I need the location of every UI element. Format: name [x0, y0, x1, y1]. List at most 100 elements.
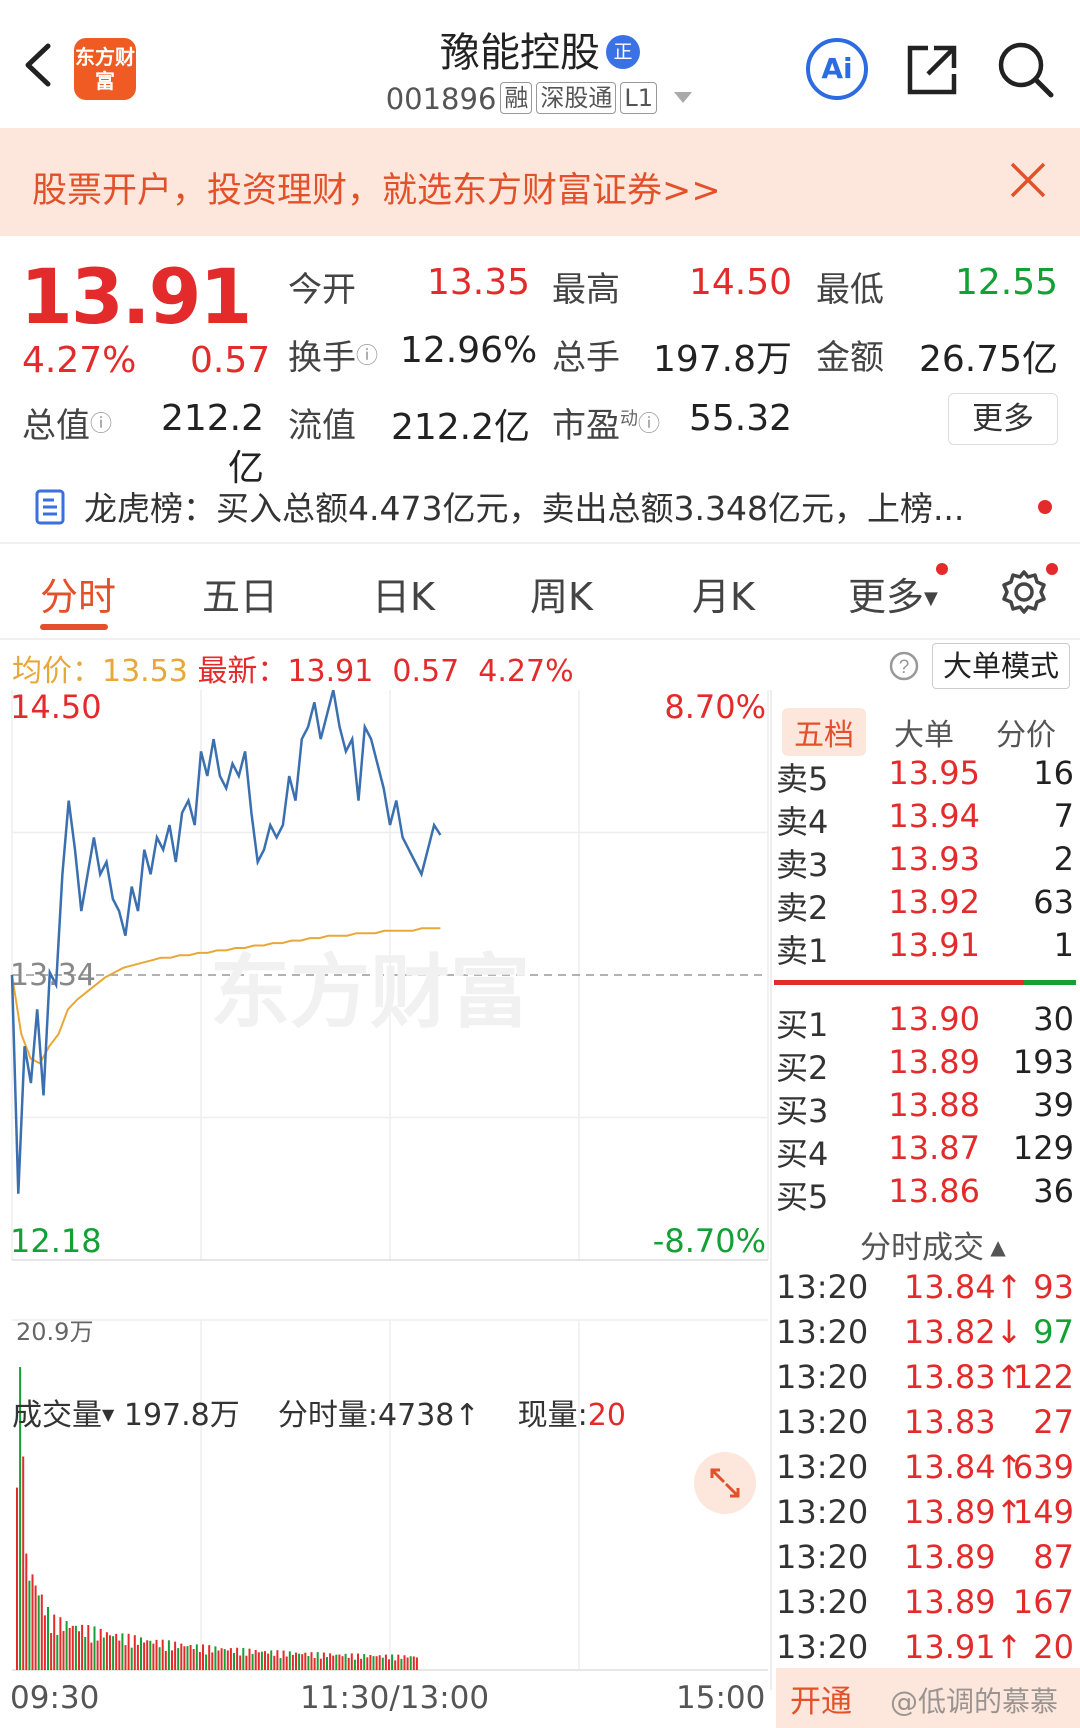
tab-intraday[interactable]: 分时 — [40, 566, 116, 621]
trade-time: 13:20 — [776, 1268, 869, 1306]
volume-bar — [400, 1658, 403, 1670]
volume-bar — [409, 1656, 412, 1670]
pct-max-label: 8.70% — [664, 690, 766, 726]
dragon-tiger-list[interactable]: 龙虎榜：买入总额4.473亿元，卖出总额3.348亿元，上榜... — [0, 472, 1080, 542]
trade-time: 13:20 — [776, 1538, 869, 1576]
volume-bar — [118, 1640, 121, 1670]
volume-bar — [186, 1646, 189, 1670]
latest-change-abs: 0.57 — [392, 654, 460, 689]
promo-text[interactable]: 股票开户，投资理财，就选东方财富证券>> — [32, 162, 721, 213]
current-volume-label: 现量: — [517, 1398, 588, 1433]
tab-price-split[interactable]: 分价 — [996, 710, 1056, 754]
volume-bar — [239, 1655, 242, 1670]
latest-value: 13.91 — [287, 654, 374, 689]
current-volume-value: 20 — [587, 1398, 626, 1433]
volume-selector[interactable]: 成交量▼ — [12, 1398, 114, 1433]
volume-bar — [384, 1654, 387, 1670]
ai-button[interactable]: Ai — [806, 38, 868, 100]
tab-big-orders[interactable]: 大单 — [894, 710, 954, 754]
info-icon[interactable]: ⓘ — [638, 412, 660, 437]
trade-price: 13.83 — [904, 1403, 996, 1441]
volume-bar — [335, 1654, 338, 1670]
volume-bar — [291, 1654, 294, 1670]
info-icon[interactable]: ⓘ — [356, 344, 378, 369]
volume-bar — [43, 1615, 46, 1670]
open-account-text[interactable]: 开通 — [790, 1676, 852, 1721]
volume-bar — [329, 1653, 332, 1670]
volume-bar — [270, 1650, 273, 1670]
volume-bar — [406, 1657, 409, 1670]
volume-bar — [112, 1636, 115, 1670]
time-label-open: 09:30 — [10, 1680, 100, 1716]
tab-weekly-k[interactable]: 周K — [530, 566, 593, 621]
volume-bar — [350, 1653, 353, 1670]
tab-daily-k[interactable]: 日K — [372, 566, 435, 621]
buy-row: 买1 13.90 30 — [776, 1000, 1074, 1044]
sell-price: 13.95 — [888, 754, 980, 792]
close-icon[interactable] — [1006, 158, 1050, 202]
minute-volume-value: 4738 — [378, 1398, 455, 1433]
volume-bar — [347, 1657, 350, 1670]
promo-banner[interactable]: 股票开户，投资理财，就选东方财富证券>> — [0, 128, 1080, 236]
volume-bar — [171, 1650, 173, 1670]
volume-bar — [25, 1553, 28, 1670]
volume-bar — [217, 1650, 220, 1670]
volume-bar — [149, 1640, 152, 1670]
volume-bar — [229, 1648, 232, 1670]
trades-header[interactable]: 分时成交 ▲ — [860, 1222, 1006, 1267]
sell-volume: 7 — [1053, 797, 1074, 835]
volume-bar — [279, 1658, 282, 1670]
dragon-tiger-text[interactable]: 龙虎榜：买入总额4.473亿元，卖出总额3.348亿元，上榜... — [84, 482, 964, 530]
volume-bar — [109, 1635, 111, 1670]
trade-time: 13:20 — [776, 1403, 869, 1441]
volume-bar — [295, 1652, 297, 1670]
volume-bar — [130, 1647, 133, 1670]
volume-bar — [220, 1648, 223, 1670]
buy-volume: 39 — [1033, 1086, 1074, 1124]
trade-row: 13:20 13.91↑ 20 — [776, 1628, 1074, 1672]
tab-level5[interactable]: 五档 — [782, 708, 866, 756]
tab-monthly-k[interactable]: 月K — [692, 566, 755, 621]
trade-price: 13.91↑ — [904, 1628, 1023, 1666]
trade-volume: 20 — [1033, 1628, 1074, 1666]
expand-button[interactable] — [694, 1452, 756, 1514]
volume-label: 总手 — [552, 338, 620, 378]
latest-change-pct: 4.27% — [478, 654, 574, 689]
chart-watermark: 东方财富 — [210, 946, 530, 1039]
volume-max-label: 20.9万 — [16, 1318, 93, 1346]
dropdown-icon[interactable] — [672, 89, 694, 105]
sell-volume: 1 — [1053, 926, 1074, 964]
stock-name: 豫能控股 — [440, 30, 600, 76]
volume-bar — [90, 1642, 93, 1670]
search-icon[interactable] — [996, 40, 1056, 100]
sell-price: 13.91 — [888, 926, 980, 964]
tab-more[interactable]: 更多▼ — [848, 566, 938, 621]
buy-price: 13.90 — [888, 1000, 980, 1038]
avg-price-row: 均价：13.53 最新：13.91 0.57 4.27% — [12, 646, 574, 690]
volume-bar — [242, 1647, 245, 1670]
volume-bar — [161, 1639, 164, 1670]
share-icon[interactable] — [904, 42, 960, 98]
volume-bar — [124, 1645, 127, 1670]
volume-bar — [248, 1648, 251, 1670]
settings-gear-icon[interactable] — [1000, 568, 1048, 616]
volume-bar — [180, 1643, 183, 1670]
help-icon[interactable]: ? — [888, 650, 920, 682]
volume-bar — [59, 1617, 62, 1670]
intraday-chart[interactable]: 东方财富 14.50 8.70% 12.18 -8.70% 13.34 20.9… — [0, 690, 770, 1690]
sell-row: 卖2 13.92 63 — [776, 883, 1074, 927]
more-quote-button[interactable]: 更多 — [948, 393, 1058, 445]
trade-price: 13.89 — [904, 1538, 996, 1576]
volume-bar — [341, 1656, 344, 1670]
volume-bar — [375, 1656, 378, 1670]
trade-volume: 97 — [1033, 1313, 1074, 1351]
tab-five-day[interactable]: 五日 — [202, 566, 278, 621]
trade-volume: 639 — [1012, 1448, 1074, 1486]
volume-bar — [121, 1633, 124, 1670]
info-icon[interactable]: ⓘ — [90, 412, 112, 437]
pe-value: 55.32 — [688, 398, 792, 439]
volume-bar — [251, 1653, 254, 1670]
volume-bar — [115, 1633, 118, 1670]
big-order-mode-button[interactable]: 大单模式 — [932, 643, 1070, 689]
volume-bar — [183, 1646, 186, 1670]
